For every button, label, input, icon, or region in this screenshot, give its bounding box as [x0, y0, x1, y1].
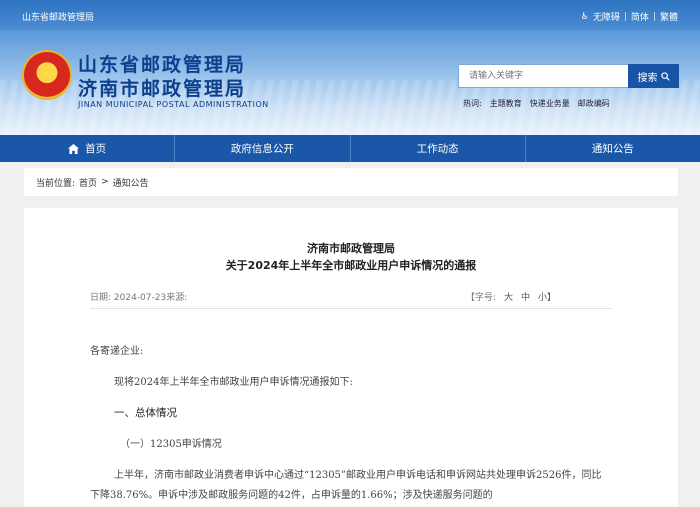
font-size-medium-button[interactable]: 中: [521, 290, 530, 303]
search-icon: [660, 71, 670, 81]
top-links: ♿ 无障碍 | 简体 | 繁體: [581, 10, 678, 24]
hot-words-label: 热词:: [463, 99, 482, 108]
breadcrumb-separator: >: [101, 177, 109, 187]
search-button-label: 搜索: [637, 72, 658, 84]
divider: [90, 308, 612, 309]
font-size-label: 【字号:: [465, 293, 496, 303]
nav-item-work-news[interactable]: 工作动态: [351, 135, 526, 162]
nav-item-gov-info[interactable]: 政府信息公开: [175, 135, 351, 162]
subsection-heading: （一）12305申诉情况: [120, 439, 222, 450]
nav-item-label: 政府信息公开: [230, 143, 294, 155]
national-emblem-icon: ★: [24, 52, 70, 98]
salutation: 各寄递企业:: [90, 346, 144, 357]
breadcrumb-label: 当前位置:: [36, 178, 76, 189]
separator: |: [623, 11, 627, 22]
article-date-source: 日期: 2024-07-23来源:: [90, 293, 188, 303]
separator: |: [652, 11, 656, 22]
article-title-org: 济南市邮政管理局: [307, 242, 395, 255]
breadcrumb-home[interactable]: 首页: [79, 176, 97, 189]
section-heading: 一、总体情况: [114, 407, 177, 419]
top-bar: 山东省邮政管理局 ♿ 无障碍 | 简体 | 繁體: [0, 0, 700, 30]
hot-word-link[interactable]: 邮政编码: [578, 98, 610, 109]
org-name-provincial: 山东省邮政管理局: [78, 54, 247, 76]
search-button[interactable]: 搜索: [628, 64, 679, 88]
breadcrumb-current[interactable]: 通知公告: [113, 176, 149, 189]
search-bar: 搜索: [458, 64, 679, 88]
nav-item-label: 通知公告: [591, 143, 634, 155]
header-banner: ★ 山东省邮政管理局 济南市邮政管理局 JINAN MUNICIPAL POST…: [0, 30, 700, 135]
org-name-city: 济南市邮政管理局: [78, 78, 247, 100]
font-size-large-button[interactable]: 大: [504, 290, 513, 303]
nav-item-label: 首页: [85, 143, 107, 155]
hot-word-link[interactable]: 主题教育: [490, 98, 522, 109]
font-size-switcher: 【字号: 大 中 小】: [466, 290, 556, 303]
nav-item-notices[interactable]: 通知公告: [526, 135, 700, 162]
search-input[interactable]: [458, 64, 628, 88]
intro-paragraph: 现将2024年上半年全市邮政业用户申诉情况通报如下:: [114, 377, 353, 388]
body-paragraph: 上半年，济南市邮政业消费者申诉中心通过“12305”邮政业用户申诉电话和申诉网站…: [90, 470, 602, 501]
article-title: 关于2024年上半年全市邮政业用户申诉情况的通报: [225, 259, 477, 272]
breadcrumb: 当前位置: 首页 > 通知公告: [24, 168, 678, 196]
main-nav: 首页 政府信息公开 工作动态 通知公告: [0, 135, 700, 162]
hot-words: 热词: 主题教育 快递业务量 邮政编码: [463, 98, 610, 109]
home-icon: [68, 143, 80, 154]
nav-item-label: 工作动态: [416, 143, 459, 155]
accessibility-link[interactable]: 无障碍: [593, 10, 620, 23]
traditional-link[interactable]: 繁體: [660, 10, 678, 23]
accessibility-icon[interactable]: ♿: [581, 12, 589, 22]
hot-word-link[interactable]: 快递业务量: [530, 98, 570, 109]
site-name[interactable]: 山东省邮政管理局: [22, 10, 94, 23]
font-size-small-button[interactable]: 小】: [538, 290, 556, 303]
org-name-english: JINAN MUNICIPAL POSTAL ADMINISTRATION: [78, 100, 269, 109]
nav-item-home[interactable]: 首页: [0, 135, 176, 162]
article: 济南市邮政管理局 关于2024年上半年全市邮政业用户申诉情况的通报 日期: 20…: [24, 208, 678, 507]
simplified-link[interactable]: 简体: [631, 10, 649, 23]
